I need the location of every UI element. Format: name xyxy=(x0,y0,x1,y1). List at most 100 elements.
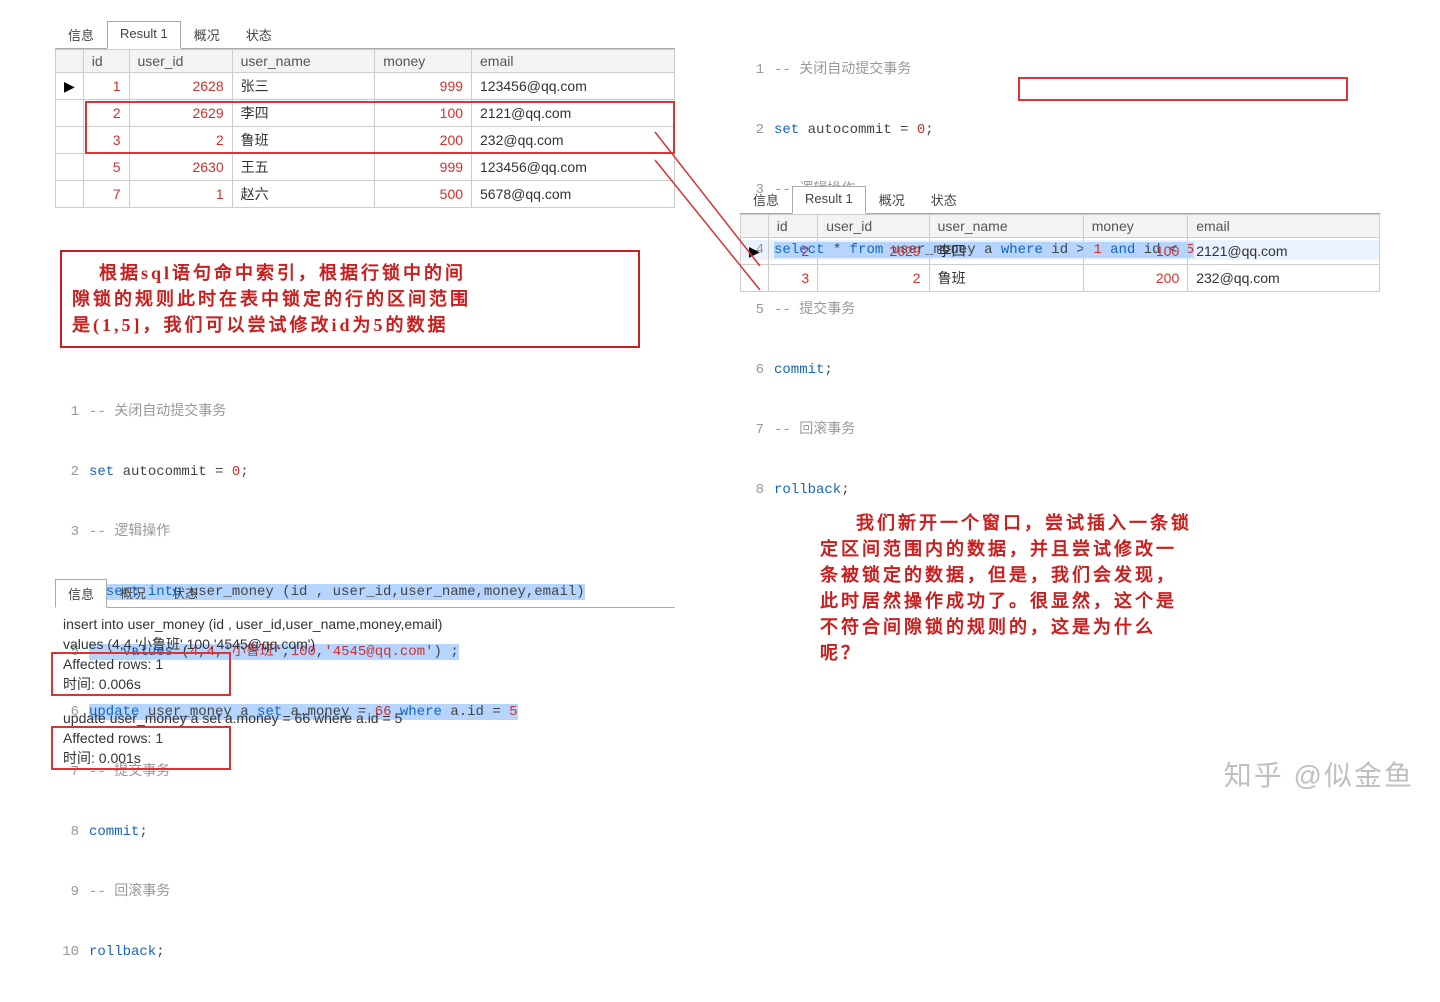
cell-money[interactable]: 500 xyxy=(375,181,472,208)
col-user_id[interactable]: user_id xyxy=(129,50,232,73)
anno-r-l1: 我们新开一个窗口，尝试插入一条锁 xyxy=(856,513,1192,533)
cell-email[interactable]: 232@qq.com xyxy=(472,127,675,154)
anno-r-l3: 条被锁定的数据，但是，我们会发现， xyxy=(820,565,1177,585)
cell-email[interactable]: 232@qq.com xyxy=(1188,265,1380,292)
anno-r-l6: 呢？ xyxy=(820,643,862,663)
cell-user_name[interactable]: 张三 xyxy=(232,73,375,100)
table-row[interactable]: ▶12628张三999123456@qq.com xyxy=(56,73,675,100)
cell-id[interactable]: 3 xyxy=(768,265,817,292)
tab-msg-overview[interactable]: 概况 xyxy=(107,578,159,607)
tab-overview[interactable]: 概况 xyxy=(181,20,233,48)
msg-line: Affected rows: 1 xyxy=(63,654,667,674)
cell-user_id[interactable]: 2 xyxy=(129,127,232,154)
col-email[interactable]: email xyxy=(1188,215,1380,238)
msg-line: 时间: 0.006s xyxy=(63,674,667,694)
cell-user_name[interactable]: 李四 xyxy=(232,100,375,127)
cell-id[interactable]: 5 xyxy=(83,154,129,181)
msg-line: insert into user_money (id , user_id,use… xyxy=(63,614,667,634)
cell-money[interactable]: 200 xyxy=(1083,265,1188,292)
tab-status-r[interactable]: 状态 xyxy=(918,185,970,213)
cell-money[interactable]: 999 xyxy=(375,73,472,100)
tab-overview-r[interactable]: 概况 xyxy=(866,185,918,213)
row-marker xyxy=(56,154,84,181)
cell-money[interactable]: 100 xyxy=(1083,238,1188,265)
cell-email[interactable]: 5678@qq.com xyxy=(472,181,675,208)
msg-line: values (4,4,'小鲁班',100,'4545@qq.com') xyxy=(63,634,667,654)
left-tabs: 信息 Result 1 概况 状态 xyxy=(55,20,675,49)
row-marker xyxy=(56,127,84,154)
cell-user_name[interactable]: 王五 xyxy=(232,154,375,181)
cell-user_name[interactable]: 赵六 xyxy=(232,181,375,208)
right-result-panel: 信息 Result 1 概况 状态 id user_id user_name m… xyxy=(740,185,1380,292)
anno-left-l3: 是(1,5]，我们可以尝试修改id为5的数据 xyxy=(72,315,449,335)
cell-email[interactable]: 123456@qq.com xyxy=(472,154,675,181)
table-header-row: id user_id user_name money email xyxy=(741,215,1380,238)
cell-id[interactable]: 1 xyxy=(83,73,129,100)
col-id[interactable]: id xyxy=(83,50,129,73)
cell-email[interactable]: 2121@qq.com xyxy=(472,100,675,127)
tab-status[interactable]: 状态 xyxy=(233,20,285,48)
tab-result1[interactable]: Result 1 xyxy=(107,21,181,49)
cell-money[interactable]: 200 xyxy=(375,127,472,154)
row-marker: ▶ xyxy=(741,238,769,265)
cell-user_name[interactable]: 鲁班 xyxy=(232,127,375,154)
message-panel: 信息 概况 状态 insert into user_money (id , us… xyxy=(55,578,675,774)
cell-money[interactable]: 100 xyxy=(375,100,472,127)
watermark: 知乎 @似金鱼 xyxy=(1224,754,1414,794)
left-result-panel: 信息 Result 1 概况 状态 id user_id user_name m… xyxy=(55,20,675,208)
cell-email[interactable]: 2121@qq.com xyxy=(1188,238,1380,265)
col-user_name[interactable]: user_name xyxy=(232,50,375,73)
right-result-table[interactable]: id user_id user_name money email ▶22629李… xyxy=(740,214,1380,292)
col-email[interactable]: email xyxy=(472,50,675,73)
row-marker xyxy=(741,265,769,292)
table-header-row: id user_id user_name money email xyxy=(56,50,675,73)
anno-r-l2: 定区间范围内的数据，并且尝试修改一 xyxy=(820,539,1177,559)
msg-line: update user_money a set a.money = 66 whe… xyxy=(63,708,667,728)
tab-result1-r[interactable]: Result 1 xyxy=(792,186,866,214)
anno-left-l1: 根据sql语句命中索引，根据行锁中的间 xyxy=(99,263,466,283)
annotation-left: 根据sql语句命中索引，根据行锁中的间 隙锁的规则此时在表中锁定的行的区间范围 … xyxy=(60,250,640,348)
cell-user_id[interactable]: 1 xyxy=(129,181,232,208)
tab-info-r[interactable]: 信息 xyxy=(740,185,792,213)
cell-money[interactable]: 999 xyxy=(375,154,472,181)
tab-msg-info[interactable]: 信息 xyxy=(55,579,107,608)
row-marker: ▶ xyxy=(56,73,84,100)
tab-msg-status[interactable]: 状态 xyxy=(159,578,211,607)
anno-r-l5: 不符合间隙锁的规则的，这是为什么 xyxy=(820,617,1156,637)
table-row[interactable]: 32鲁班200232@qq.com xyxy=(741,265,1380,292)
col-id[interactable]: id xyxy=(768,215,817,238)
message-output: insert into user_money (id , user_id,use… xyxy=(55,608,675,774)
anno-r-l4: 此时居然操作成功了。很显然，这个是 xyxy=(820,591,1177,611)
tab-info[interactable]: 信息 xyxy=(55,20,107,48)
cell-user_id[interactable]: 2628 xyxy=(129,73,232,100)
cell-id[interactable]: 2 xyxy=(83,100,129,127)
col-user_name[interactable]: user_name xyxy=(929,215,1083,238)
annotation-right: 我们新开一个窗口，尝试插入一条锁 定区间范围内的数据，并且尝试修改一 条被锁定的… xyxy=(820,510,1385,666)
cell-user_id[interactable]: 2629 xyxy=(818,238,929,265)
anno-left-l2: 隙锁的规则此时在表中锁定的行的区间范围 xyxy=(72,289,471,309)
row-marker xyxy=(56,100,84,127)
msg-tabs: 信息 概况 状态 xyxy=(55,578,675,608)
table-row[interactable]: 22629李四1002121@qq.com xyxy=(56,100,675,127)
table-row[interactable]: 71赵六5005678@qq.com xyxy=(56,181,675,208)
cell-user_id[interactable]: 2629 xyxy=(129,100,232,127)
col-money[interactable]: money xyxy=(1083,215,1188,238)
msg-line: Affected rows: 1 xyxy=(63,728,667,748)
cell-user_name[interactable]: 李四 xyxy=(929,238,1083,265)
msg-line: 时间: 0.001s xyxy=(63,748,667,768)
left-result-table[interactable]: id user_id user_name money email ▶12628张… xyxy=(55,49,675,208)
cell-user_id[interactable]: 2630 xyxy=(129,154,232,181)
cell-user_name[interactable]: 鲁班 xyxy=(929,265,1083,292)
cell-user_id[interactable]: 2 xyxy=(818,265,929,292)
cell-id[interactable]: 3 xyxy=(83,127,129,154)
col-user_id[interactable]: user_id xyxy=(818,215,929,238)
cell-id[interactable]: 7 xyxy=(83,181,129,208)
table-row[interactable]: ▶22629李四1002121@qq.com xyxy=(741,238,1380,265)
table-row[interactable]: 52630王五999123456@qq.com xyxy=(56,154,675,181)
table-row[interactable]: 32鲁班200232@qq.com xyxy=(56,127,675,154)
cell-email[interactable]: 123456@qq.com xyxy=(472,73,675,100)
right-tabs: 信息 Result 1 概况 状态 xyxy=(740,185,1380,214)
row-marker xyxy=(56,181,84,208)
cell-id[interactable]: 2 xyxy=(768,238,817,265)
col-money[interactable]: money xyxy=(375,50,472,73)
